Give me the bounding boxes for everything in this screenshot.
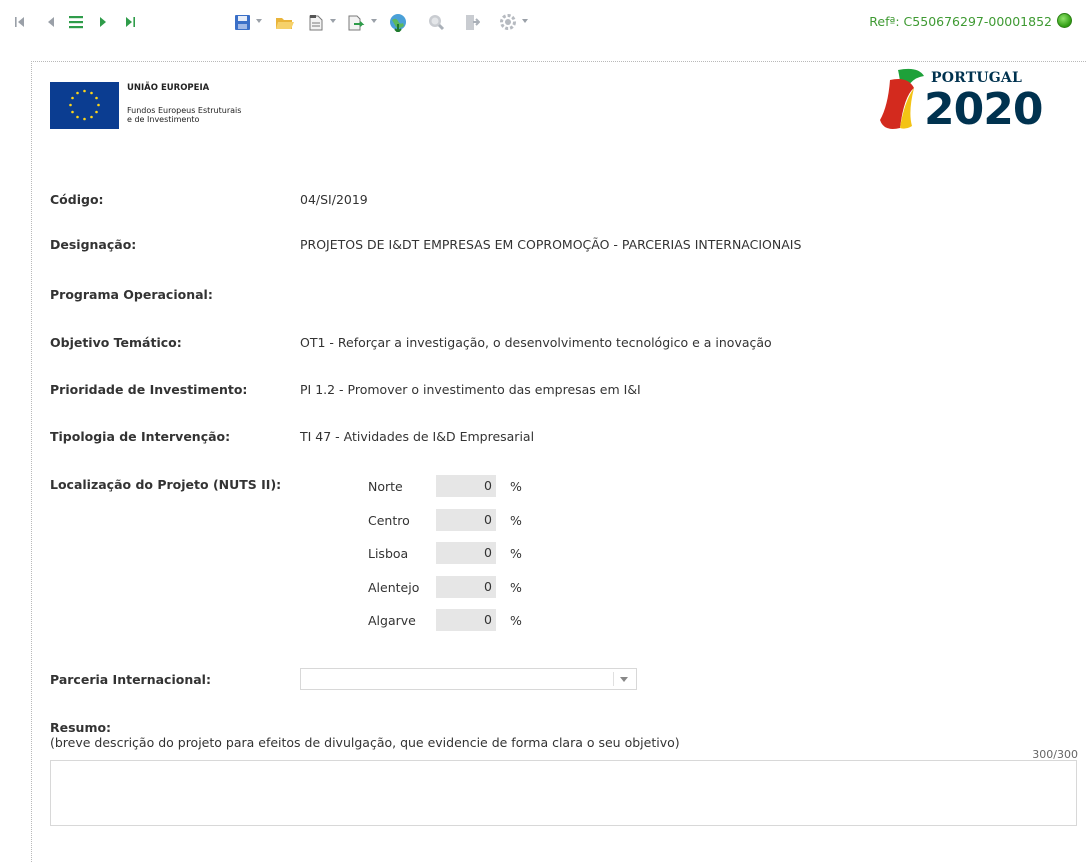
reference-label: Refª: C550676297-00001852 xyxy=(869,14,1052,29)
eu-subtitle: Fundos Europeus Estruturais e de Investi… xyxy=(127,106,241,124)
resumo-label: Resumo: xyxy=(50,720,112,735)
prioridade-investimento-label: Prioridade de Investimento: xyxy=(50,382,248,397)
nuts-alentejo-unit: % xyxy=(510,580,522,595)
designacao-value: PROJETOS DE I&DT EMPRESAS EM COPROMOÇÃO … xyxy=(300,237,802,252)
eu-subtitle-line1: Fundos Europeus Estruturais xyxy=(127,106,242,115)
resumo-textarea[interactable] xyxy=(50,760,1077,826)
nuts-region-algarve: Algarve xyxy=(368,613,416,628)
nuts-centro-input[interactable]: 0 xyxy=(436,509,496,531)
save-icon[interactable] xyxy=(232,12,252,32)
search-icon[interactable] xyxy=(425,12,447,32)
toolbar: Refª: C550676297-00001852 xyxy=(0,0,1086,52)
select-separator xyxy=(613,672,614,686)
next-record-icon[interactable] xyxy=(96,12,110,32)
new-document-icon[interactable] xyxy=(306,12,326,32)
tipologia-intervencao-value: TI 47 - Atividades de I&D Empresarial xyxy=(300,429,535,444)
nuts-norte-unit: % xyxy=(510,479,522,494)
eu-flag-logo xyxy=(50,82,119,129)
nuts-region-alentejo: Alentejo xyxy=(368,580,420,595)
objetivo-tematico-label: Objetivo Temático: xyxy=(50,335,182,350)
settings-gear-icon[interactable] xyxy=(497,12,519,32)
objetivo-tematico-value: OT1 - Reforçar a investigação, o desenvo… xyxy=(300,335,772,350)
nuts-centro-unit: % xyxy=(510,513,522,528)
export-icon[interactable] xyxy=(345,12,367,32)
exit-icon[interactable] xyxy=(462,12,482,32)
nuts-algarve-input[interactable]: 0 xyxy=(436,609,496,631)
eu-subtitle-line2: e de Investimento xyxy=(127,115,200,124)
nuts-lisboa-unit: % xyxy=(510,546,522,561)
portugal-year: 2020 xyxy=(924,84,1043,135)
resumo-hint: (breve descrição do projeto para efeitos… xyxy=(50,735,680,750)
open-folder-icon[interactable] xyxy=(273,12,295,32)
parceria-internacional-label: Parceria Internacional: xyxy=(50,672,211,687)
first-record-icon[interactable] xyxy=(12,12,28,32)
globe-submit-icon[interactable] xyxy=(387,12,409,32)
list-icon[interactable] xyxy=(66,12,86,32)
parceria-internacional-select[interactable] xyxy=(300,668,637,690)
nuts-region-lisboa: Lisboa xyxy=(368,546,409,561)
programa-operacional-label: Programa Operacional: xyxy=(50,287,213,302)
nuts-lisboa-input[interactable]: 0 xyxy=(436,542,496,564)
status-indicator xyxy=(1057,13,1072,28)
designacao-label: Designação: xyxy=(50,237,137,252)
eu-title: UNIÃO EUROPEIA xyxy=(127,83,210,93)
codigo-label: Código: xyxy=(50,192,104,207)
nuts-norte-input[interactable]: 0 xyxy=(436,475,496,497)
localizacao-label: Localização do Projeto (NUTS II): xyxy=(50,477,282,492)
previous-record-icon[interactable] xyxy=(44,12,58,32)
codigo-value: 04/SI/2019 xyxy=(300,192,368,207)
nuts-algarve-unit: % xyxy=(510,613,522,628)
last-record-icon[interactable] xyxy=(122,12,138,32)
prioridade-investimento-value: PI 1.2 - Promover o investimento das emp… xyxy=(300,382,641,397)
nuts-alentejo-input[interactable]: 0 xyxy=(436,576,496,598)
chevron-down-icon[interactable] xyxy=(620,677,628,682)
nuts-region-centro: Centro xyxy=(368,513,410,528)
nuts-region-norte: Norte xyxy=(368,479,403,494)
portugal-2020-flag-mark xyxy=(878,66,928,139)
tipologia-intervencao-label: Tipologia de Intervenção: xyxy=(50,429,231,444)
